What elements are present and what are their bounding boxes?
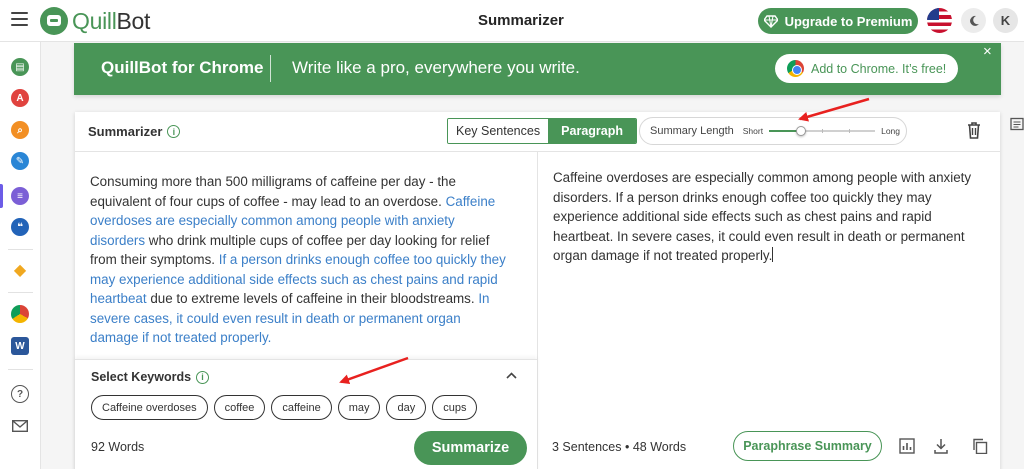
summary-length-slider[interactable]	[769, 125, 876, 137]
notes-icon[interactable]	[1010, 117, 1024, 131]
slider-thumb[interactable]	[795, 126, 806, 136]
banner-tagline: Write like a pro, everywhere you write.	[292, 58, 580, 77]
sidebar-active-indicator	[0, 184, 3, 208]
word-count: 92 Words	[91, 440, 145, 454]
summarizer-icon[interactable]: ≡	[11, 187, 29, 205]
co-writer-icon[interactable]: ✎	[11, 152, 29, 170]
add-to-chrome-button[interactable]: Add to Chrome. It’s free!	[775, 54, 958, 83]
plagiarism-checker-icon[interactable]: ⌕	[11, 121, 29, 139]
brand-suffix: Bot	[116, 7, 151, 34]
text-cursor	[772, 247, 774, 262]
citation-generator-icon[interactable]: ❝	[11, 218, 29, 236]
help-icon[interactable]: ?	[11, 385, 29, 403]
diamond-icon	[763, 14, 778, 28]
moon-icon	[969, 15, 979, 26]
chevron-up-icon[interactable]	[506, 370, 517, 382]
keyword-chip[interactable]: caffeine	[271, 395, 332, 420]
banner-title: QuillBot for Chrome	[101, 58, 264, 77]
mode-toggle: Key Sentences Paragraph	[447, 118, 638, 144]
summarizer-title: Summarizer i	[88, 124, 181, 139]
summarize-button[interactable]: Summarize	[414, 431, 527, 465]
keyword-list: Caffeine overdoses coffee caffeine may d…	[91, 395, 478, 420]
quillbot-logo-icon	[40, 7, 68, 35]
chrome-icon	[787, 60, 804, 77]
add-to-chrome-label: Add to Chrome. It’s free!	[811, 61, 947, 76]
summarizer-title-text: Summarizer	[88, 124, 163, 139]
word-addin-icon[interactable]: W	[11, 337, 29, 355]
mode-key-sentences[interactable]: Key Sentences	[448, 119, 549, 143]
summary-output-text: Caffeine overdoses are especially common…	[553, 170, 972, 263]
chrome-extension-icon[interactable]	[11, 305, 29, 323]
sidebar-divider	[8, 249, 33, 250]
mode-paragraph[interactable]: Paragraph	[548, 119, 637, 143]
trash-icon[interactable]	[967, 122, 981, 139]
close-icon[interactable]: ×	[983, 43, 992, 60]
keyword-chip[interactable]: cups	[432, 395, 478, 420]
keywords-title-text: Select Keywords	[91, 370, 192, 384]
paraphraser-icon[interactable]: ▤	[11, 58, 29, 76]
info-icon[interactable]: i	[167, 125, 181, 138]
keyword-chip[interactable]: coffee	[213, 395, 266, 420]
slider-tick	[822, 129, 824, 133]
bar-chart-icon[interactable]	[899, 438, 915, 454]
input-sentence: Consuming more than 500 milligrams of ca…	[90, 174, 456, 209]
keyword-chip[interactable]: Caffeine overdoses	[91, 395, 208, 420]
summarizer-toolbar: Summarizer i Key Sentences Paragraph Sum…	[75, 112, 1000, 152]
paraphrase-summary-button[interactable]: Paraphrase Summary	[733, 431, 882, 461]
sidebar: ▤ A ⌕ ✎ ≡ ❝ ◆ W ?	[0, 42, 41, 469]
top-bar: QuillBot Summarizer Upgrade to Premium K	[0, 0, 1024, 42]
page-title: Summarizer	[478, 12, 564, 29]
length-max-label: Long	[881, 126, 901, 136]
chrome-extension-banner: QuillBot for Chrome Write like a pro, ev…	[74, 43, 1001, 95]
mail-icon[interactable]	[11, 417, 29, 435]
menu-icon[interactable]	[11, 12, 28, 26]
sidebar-divider	[8, 369, 33, 370]
keyword-chip[interactable]: day	[386, 395, 427, 420]
keywords-panel: Select Keywords i Caffeine overdoses cof…	[75, 359, 537, 469]
sidebar-divider	[8, 292, 33, 293]
language-flag-icon[interactable]	[927, 8, 952, 33]
copy-icon[interactable]	[972, 438, 988, 454]
upgrade-label: Upgrade to Premium	[784, 13, 913, 29]
grammar-checker-icon[interactable]: A	[11, 89, 29, 107]
keywords-title: Select Keywords i	[91, 370, 210, 384]
brand-prefix: Quill	[72, 7, 117, 34]
slider-tick	[848, 129, 850, 133]
keyword-chip[interactable]: may	[337, 395, 381, 420]
input-sentence: due to extreme levels of caffeine in the…	[146, 291, 479, 306]
panel-divider	[537, 152, 538, 469]
summary-length-label: Summary Length	[650, 125, 734, 137]
summary-stats: 3 Sentences • 48 Words	[552, 440, 687, 454]
quillbot-logo[interactable]: QuillBot	[40, 7, 150, 35]
avatar[interactable]: K	[993, 8, 1018, 33]
length-min-label: Short	[742, 126, 764, 136]
dark-mode-toggle[interactable]	[961, 8, 986, 33]
banner-separator	[270, 55, 271, 82]
summary-output[interactable]: Caffeine overdoses are especially common…	[553, 168, 973, 266]
summary-length-control: Summary Length Short Long	[639, 117, 907, 145]
upgrade-button[interactable]: Upgrade to Premium	[758, 8, 918, 34]
info-icon[interactable]: i	[196, 370, 210, 384]
premium-diamond-icon[interactable]: ◆	[11, 261, 29, 279]
download-icon[interactable]	[933, 438, 949, 454]
summarizer-card: Summarizer i Key Sentences Paragraph Sum…	[75, 112, 1000, 469]
input-text-area[interactable]: Consuming more than 500 milligrams of ca…	[90, 172, 510, 348]
